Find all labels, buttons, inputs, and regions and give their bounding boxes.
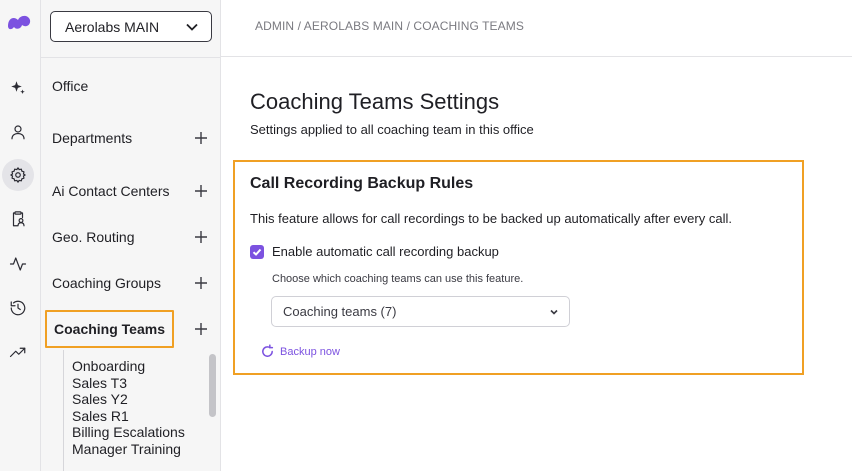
breadcrumb[interactable]: ADMIN / AEROLABS MAIN / COACHING TEAMS xyxy=(255,19,524,33)
backup-now-link[interactable]: Backup now xyxy=(260,344,340,359)
settings-sidebar: Aerolabs MAIN Office Departments Ai Cont… xyxy=(41,0,221,471)
icon-rail xyxy=(0,0,41,471)
rail-sparkles[interactable] xyxy=(2,72,34,104)
sidebar-divider xyxy=(41,57,221,58)
rail-trends[interactable] xyxy=(2,336,34,368)
page-subtitle: Settings applied to all coaching team in… xyxy=(250,122,534,137)
sparkles-icon xyxy=(11,81,25,94)
subnav-item[interactable]: Sales T3 xyxy=(72,375,127,391)
rail-analytics[interactable] xyxy=(2,248,34,280)
plus-icon[interactable] xyxy=(194,184,208,198)
subnav-item[interactable]: Billing Escalations xyxy=(72,424,185,440)
call-recording-backup-card: Call Recording Backup Rules This feature… xyxy=(233,160,804,375)
gear-icon xyxy=(10,167,26,183)
plus-icon[interactable] xyxy=(194,322,208,336)
card-description: This feature allows for call recordings … xyxy=(250,211,732,226)
office-select[interactable]: Aerolabs MAIN xyxy=(50,11,212,42)
trending-up-icon xyxy=(9,347,26,358)
card-title: Call Recording Backup Rules xyxy=(250,175,474,192)
sidebar-item-office[interactable]: Office xyxy=(41,73,221,99)
enable-backup-checkbox-row[interactable]: Enable automatic call recording backup xyxy=(250,244,499,259)
sidebar-item-label: Departments xyxy=(52,130,133,146)
coaching-teams-select-value: Coaching teams (7) xyxy=(283,304,397,319)
sidebar-item-label: Coaching Teams xyxy=(45,310,174,348)
user-icon xyxy=(11,125,25,140)
sidebar-item-departments[interactable]: Departments xyxy=(41,125,221,151)
teams-helper-text: Choose which coaching teams can use this… xyxy=(272,273,524,285)
clipboard-user-icon xyxy=(12,211,25,227)
chevron-down-icon xyxy=(186,23,198,31)
refresh-icon xyxy=(262,344,274,357)
subnav-item[interactable]: Onboarding xyxy=(72,358,145,374)
activity-icon xyxy=(9,257,27,271)
app-logo-icon[interactable] xyxy=(6,12,32,32)
chevron-down-icon xyxy=(550,309,558,315)
office-select-value: Aerolabs MAIN xyxy=(65,18,160,35)
history-icon xyxy=(10,300,26,316)
subnav-item[interactable]: Sales Y2 xyxy=(72,391,128,407)
sidebar-scrollbar[interactable] xyxy=(209,354,216,417)
rail-settings[interactable] xyxy=(2,159,34,191)
plus-icon[interactable] xyxy=(194,131,208,145)
sidebar-item-coaching-teams[interactable]: Coaching Teams xyxy=(41,310,221,348)
subnav-item[interactable]: Manager Training xyxy=(72,441,181,457)
sidebar-item-label: Office xyxy=(52,78,89,94)
sidebar-item-label: Geo. Routing xyxy=(52,229,135,245)
sidebar-item-label: Ai Contact Centers xyxy=(52,183,170,199)
sidebar-item-label: Coaching Groups xyxy=(52,275,161,291)
coaching-teams-subnav: Onboarding Sales T3 Sales Y2 Sales R1 Bi… xyxy=(63,350,213,471)
rail-history[interactable] xyxy=(2,292,34,324)
top-bar: ADMIN / AEROLABS MAIN / COACHING TEAMS xyxy=(221,0,852,57)
sidebar-item-coaching-groups[interactable]: Coaching Groups xyxy=(41,270,221,296)
subnav-item[interactable]: Sales R1 xyxy=(72,408,129,424)
enable-backup-checkbox[interactable] xyxy=(250,244,264,259)
coaching-teams-select[interactable]: Coaching teams (7) xyxy=(271,296,570,327)
rail-users[interactable] xyxy=(2,116,34,148)
check-icon xyxy=(252,248,262,256)
sidebar-item-geo-routing[interactable]: Geo. Routing xyxy=(41,224,221,250)
backup-now-label: Backup now xyxy=(280,345,340,358)
rail-coaching[interactable] xyxy=(2,203,34,235)
plus-icon[interactable] xyxy=(194,230,208,244)
sidebar-item-ai-contact-centers[interactable]: Ai Contact Centers xyxy=(41,178,221,204)
plus-icon[interactable] xyxy=(194,276,208,290)
page-title: Coaching Teams Settings xyxy=(250,89,500,114)
enable-backup-label: Enable automatic call recording backup xyxy=(272,244,499,259)
